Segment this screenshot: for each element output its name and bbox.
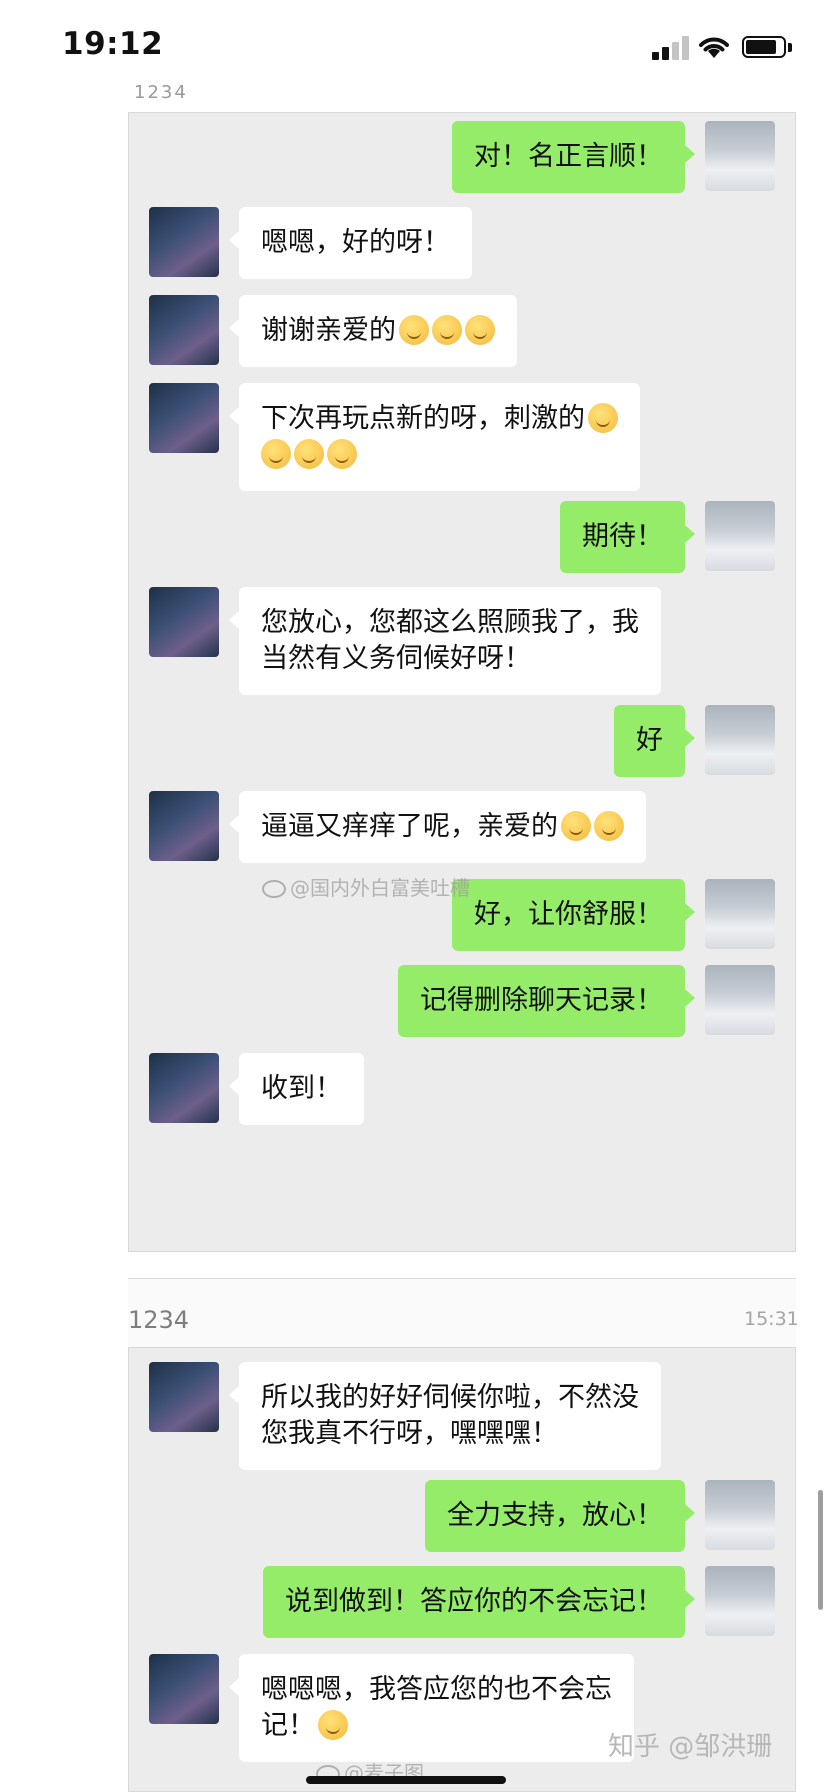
avatar-contact xyxy=(149,587,219,657)
home-indicator[interactable] xyxy=(306,1776,506,1784)
message-bubble-incoming: 逼逼又痒痒了呢，亲爱的 xyxy=(229,791,646,863)
message-bubble-incoming: 您放心，您都这么照顾我了，我 当然有义务伺候好呀！ xyxy=(229,587,661,695)
message-bubble-incoming: 谢谢亲爱的 xyxy=(229,295,517,367)
kiss-emoji-icon xyxy=(432,315,462,345)
message-bubble-outgoing: 全力支持，放心！ xyxy=(425,1480,695,1552)
avatar-self xyxy=(705,965,775,1035)
zhihu-watermark: 知乎 @邹洪珊 xyxy=(608,1732,773,1762)
weibo-icon xyxy=(262,880,286,898)
message-bubble-incoming: 下次再玩点新的呀，刺激的 xyxy=(229,383,640,491)
avatar-self xyxy=(705,705,775,775)
avatar-self xyxy=(705,1566,775,1636)
status-time: 19:12 xyxy=(62,26,164,62)
message-bubble-incoming: 所以我的好好伺候你啦，不然没 您我真不行呀，嘿嘿嘿！ xyxy=(229,1362,661,1470)
smirk-emoji-icon xyxy=(318,1710,348,1740)
wink-emoji-icon xyxy=(561,811,591,841)
chat-record-time: 15:31 xyxy=(744,1308,799,1330)
chat-record-header xyxy=(128,1279,796,1347)
scroll-indicator[interactable] xyxy=(818,1490,823,1610)
message-bubble-outgoing: 好 xyxy=(614,705,695,777)
message-bubble-incoming: 嗯嗯嗯，我答应您的也不会忘 记！ xyxy=(229,1654,634,1762)
avatar-self xyxy=(705,879,775,949)
smirk-emoji-icon xyxy=(294,439,324,469)
status-bar: 19:12 xyxy=(0,0,828,96)
chat-record-title: 1234 xyxy=(128,1306,190,1334)
chat-screenshot-1: 对！名正言顺！ 嗯嗯，好的呀！ 谢谢亲爱的 下次再玩点新的呀，刺激的 期待！ 您… xyxy=(128,112,796,1252)
message-bubble-incoming: 收到！ xyxy=(229,1053,364,1125)
avatar-contact xyxy=(149,1053,219,1123)
avatar-contact xyxy=(149,383,219,453)
battery-icon xyxy=(742,36,792,60)
message-bubble-outgoing: 期待！ xyxy=(560,501,695,573)
smile-emoji-icon xyxy=(594,811,624,841)
smirk-emoji-icon xyxy=(327,439,357,469)
avatar-self xyxy=(705,121,775,191)
avatar-self xyxy=(705,1480,775,1550)
avatar-contact xyxy=(149,1654,219,1724)
wifi-icon xyxy=(699,37,729,58)
message-bubble-outgoing: 记得删除聊天记录！ xyxy=(398,965,695,1037)
kiss-emoji-icon xyxy=(399,315,429,345)
weibo-watermark: @国内外白富美吐槽 xyxy=(262,872,470,901)
smirk-emoji-icon xyxy=(588,403,618,433)
avatar-contact xyxy=(149,791,219,861)
smirk-emoji-icon xyxy=(261,439,291,469)
avatar-contact xyxy=(149,1362,219,1432)
avatar-self xyxy=(705,501,775,571)
message-bubble-outgoing: 对！名正言顺！ xyxy=(452,121,695,193)
cropped-header-text: 1234 xyxy=(134,82,188,103)
message-bubble-incoming: 嗯嗯，好的呀！ xyxy=(229,207,472,279)
message-bubble-outgoing: 好，让你舒服！ xyxy=(452,879,695,951)
kiss-emoji-icon xyxy=(465,315,495,345)
avatar-contact xyxy=(149,295,219,365)
cellular-signal-icon xyxy=(652,36,690,60)
message-bubble-outgoing: 说到做到！答应你的不会忘记！ xyxy=(263,1566,695,1638)
avatar-contact xyxy=(149,207,219,277)
